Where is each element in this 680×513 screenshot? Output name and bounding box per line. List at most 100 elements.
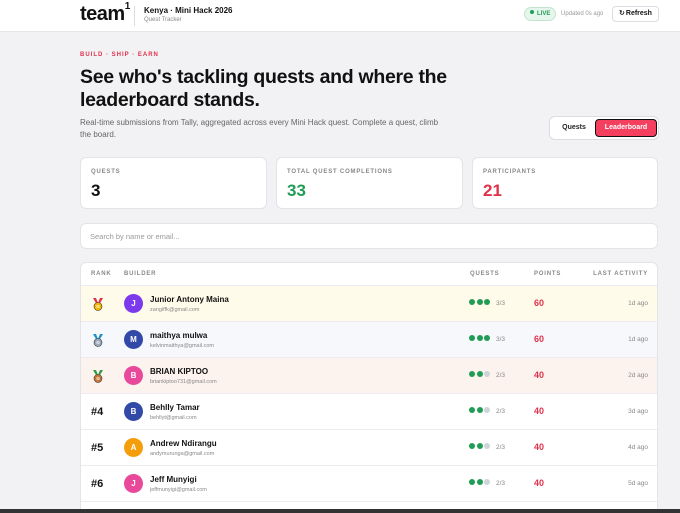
builder-email: jeffmunyigi@gmail.com [150,487,207,493]
builder-email: briankiptoo731@gmail.com [150,379,217,385]
quest-count: 3/3 [496,300,506,307]
stat-label: QUESTS [91,169,121,175]
logo-text: team [80,3,125,25]
brand-logo[interactable]: team1 [80,1,131,26]
tab-leaderboard[interactable]: Leaderboard [595,119,657,137]
points-value: 60 [534,298,545,308]
quest-progress-dot [484,479,490,485]
builder-name: maithya mulwa [150,331,208,340]
quest-progress-dot [469,371,475,377]
last-activity: 3d ago [628,408,648,415]
header-divider [134,6,135,26]
quest-progress-dot [469,335,475,341]
column-builder: BUILDER [124,271,157,277]
refresh-button[interactable]: ↻Refresh [612,6,659,22]
quest-count: 3/3 [496,336,506,343]
gold-medal-icon [93,298,103,311]
table-row[interactable]: M maithya mulwa kelvinmaithya@gmail.com … [81,322,657,358]
hero-description: Real-time submissions from Tally, aggreg… [80,118,439,139]
quest-progress [469,335,492,343]
last-activity: 2d ago [628,372,648,379]
avatar: B [124,402,143,421]
hero-eyebrow: BUILD · SHIP · EARN [80,52,159,58]
event-title: Kenya · Mini Hack 2026 [144,6,233,15]
last-activity: 5d ago [628,480,648,487]
event-subtitle: Quest Tracker [144,17,182,23]
column-rank: RANK [91,271,112,277]
quest-progress-dot [484,335,490,341]
view-toggle: Quests Leaderboard [549,116,659,140]
live-badge: LIVE [524,7,557,21]
window-bottom-edge [0,509,680,513]
leaderboard-table: RANK BUILDER QUESTS POINTS LAST ACTIVITY… [80,262,658,513]
logo-superscript: 1 [124,1,131,13]
top-bar: team1 Kenya · Mini Hack 2026 Quest Track… [0,0,680,32]
quest-progress-dot [469,299,475,305]
stat-card-completions: TOTAL QUEST COMPLETIONS 33 [276,157,463,209]
quest-progress-dot [476,443,483,449]
stat-value: 33 [287,181,306,200]
quest-progress [469,299,492,307]
avatar: B [124,366,143,385]
avatar: A [124,438,143,457]
bronze-medal-icon [93,370,103,383]
builder-email: zangiffk@gmail.com [150,307,200,313]
quest-progress-dot [476,479,483,485]
builder-email: behllyt@gmail.com [150,415,197,421]
table-row[interactable]: B BRIAN KIPTOO briankiptoo731@gmail.com … [81,358,657,394]
refresh-icon: ↻ [619,10,625,17]
quest-progress-dot [484,407,490,413]
refresh-label: Refresh [625,10,652,17]
stat-label: PARTICIPANTS [483,169,537,175]
table-row[interactable]: #4 B Behlly Tamar behllyt@gmail.com 2/3 … [81,394,657,430]
quest-progress-dot [476,407,483,413]
builder-email: andymurunga@gmail.com [150,451,215,457]
quest-count: 2/3 [496,444,506,451]
stat-value: 21 [483,181,502,200]
quest-progress [469,479,492,487]
tab-quests[interactable]: Quests [554,119,594,137]
table-row[interactable]: #6 J Jeff Munyigi jeffmunyigi@gmail.com … [81,466,657,502]
rank-number: #4 [91,406,104,418]
quest-progress-dot [476,371,483,377]
points-value: 40 [534,370,545,380]
avatar: J [124,294,143,313]
table-header: RANK BUILDER QUESTS POINTS LAST ACTIVITY [81,263,657,286]
rank-number: #6 [91,478,104,490]
quest-progress [469,407,492,415]
points-value: 60 [534,334,545,344]
quest-count: 2/3 [496,372,506,379]
table-row[interactable]: #5 A Andrew Ndirangu andymurunga@gmail.c… [81,430,657,466]
avatar: J [124,474,143,493]
column-last-activity: LAST ACTIVITY [593,271,648,277]
quest-progress-dot [469,479,475,485]
quest-progress-dot [484,299,490,305]
quest-count: 2/3 [496,408,506,415]
updated-timestamp: Updated 0s ago [561,11,604,17]
page-title: See who's tackling quests and where the … [80,66,447,111]
live-label: LIVE [537,11,551,17]
builder-name: Junior Antony Maina [150,295,229,304]
avatar: M [124,330,143,349]
last-activity: 1d ago [628,300,648,307]
quest-progress-dot [484,443,490,449]
builder-name: Jeff Munyigi [150,475,197,484]
quest-count: 2/3 [496,480,506,487]
search-input[interactable] [80,223,658,249]
points-value: 40 [534,442,545,452]
table-row[interactable]: J Junior Antony Maina zangiffk@gmail.com… [81,286,657,322]
quest-progress-dot [476,335,483,341]
quest-progress [469,443,492,451]
stat-card-quests: QUESTS 3 [80,157,267,209]
last-activity: 4d ago [628,444,648,451]
points-value: 40 [534,406,545,416]
live-dot-icon [530,10,534,15]
builder-email: kelvinmaithya@gmail.com [150,343,214,349]
last-activity: 1d ago [628,336,648,343]
rank-number: #5 [91,442,104,454]
column-quests: QUESTS [470,271,500,277]
silver-medal-icon [93,334,103,347]
points-value: 40 [534,478,545,488]
builder-name: Behlly Tamar [150,403,200,412]
quest-progress-dot [469,407,475,413]
